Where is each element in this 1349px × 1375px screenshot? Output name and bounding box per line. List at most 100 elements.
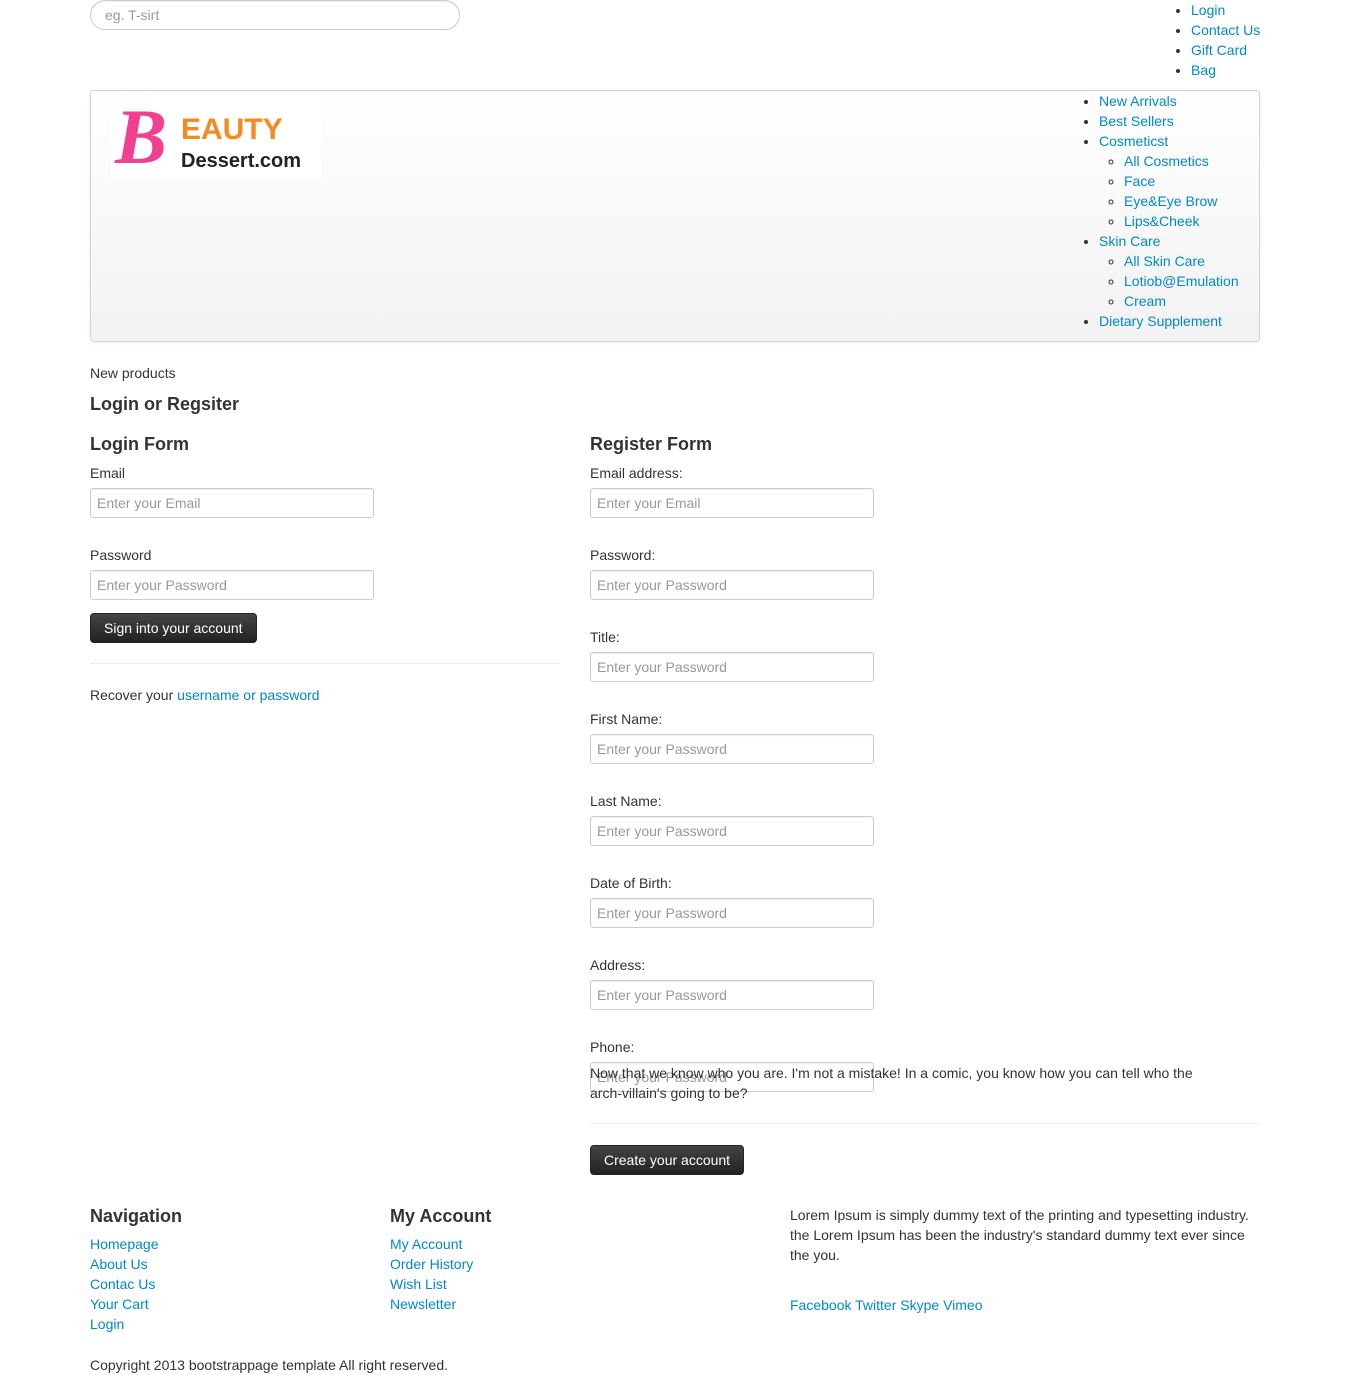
list-item: Your Cart: [90, 1294, 182, 1314]
register-address-input[interactable]: [590, 980, 874, 1010]
register-first-name-input[interactable]: [590, 734, 874, 764]
footer-link-order-history[interactable]: Order History: [390, 1256, 473, 1272]
top-link-item: Gift Card: [1191, 40, 1260, 60]
recover-text: Recover your username or password: [90, 685, 320, 705]
register-note: Now that we know who you are. I'm not a …: [590, 1065, 1193, 1101]
recover-prefix: Recover your: [90, 687, 178, 703]
top-links: Login Contact Us Gift Card Bag: [1178, 0, 1260, 80]
submenu-item: Cream: [1124, 291, 1239, 311]
register-address-label: Address:: [590, 957, 646, 973]
logo-graphic: B EAUTY Dessert.com: [114, 93, 301, 179]
register-password-label: Password:: [590, 547, 656, 563]
list-item: Homepage: [90, 1234, 182, 1254]
register-form: Register Form Email address: Password: T…: [590, 432, 1260, 1175]
recover-link[interactable]: username or password: [177, 687, 319, 703]
list-item: Login: [90, 1314, 182, 1334]
nav-cosmetics[interactable]: Cosmeticst: [1099, 133, 1168, 149]
login-form: Login Form Email Password Sign into your…: [90, 432, 560, 703]
email-label: Email: [90, 465, 126, 481]
register-dob-label: Date of Birth:: [590, 875, 672, 891]
register-last-name-group: Last Name:: [590, 791, 1260, 866]
nav-item: Cosmeticst All Cosmetics Face Eye&Eye Br…: [1099, 131, 1239, 231]
nav-skin-care[interactable]: Skin Care: [1099, 233, 1160, 249]
skin-care-submenu: All Skin Care Lotiob@Emulation Cream: [1099, 251, 1239, 311]
register-title-group: Title:: [590, 627, 1260, 702]
register-last-name-label: Last Name:: [590, 793, 662, 809]
footer-link-about-us[interactable]: About Us: [90, 1256, 148, 1272]
skype-link[interactable]: Skype: [900, 1297, 939, 1313]
top-link-item: Bag: [1191, 60, 1260, 80]
nav-item: Dietary Supplement: [1099, 311, 1239, 331]
nav-item: New Arrivals: [1099, 91, 1239, 111]
copyright: Copyright 2013 bootstrappage template Al…: [90, 1357, 448, 1373]
gift-card-link[interactable]: Gift Card: [1191, 42, 1247, 58]
footer-navigation-list: Homepage About Us Contac Us Your Cart Lo…: [90, 1234, 182, 1334]
vimeo-link[interactable]: Vimeo: [943, 1297, 982, 1313]
social-links: Facebook Twitter Skype Vimeo: [790, 1295, 983, 1315]
submenu-item: Lips&Cheek: [1124, 211, 1239, 231]
footer-link-your-cart[interactable]: Your Cart: [90, 1296, 149, 1312]
nav-new-arrivals[interactable]: New Arrivals: [1099, 93, 1177, 109]
submenu-item: All Cosmetics: [1124, 151, 1239, 171]
login-password-input[interactable]: [90, 570, 374, 600]
footer-link-wish-list[interactable]: Wish List: [390, 1276, 447, 1292]
breadcrumb: New products: [90, 365, 176, 381]
login-email-group: Email: [90, 463, 560, 538]
nav-lips-cheek[interactable]: Lips&Cheek: [1124, 213, 1200, 229]
nav-all-cosmetics[interactable]: All Cosmetics: [1124, 153, 1209, 169]
logo-initial: B: [114, 93, 167, 179]
register-password-input[interactable]: [590, 570, 874, 600]
header-navbar: B EAUTY Dessert.com New Arrivals Best Se…: [90, 90, 1260, 342]
footer-about: Lorem Ipsum is simply dummy text of the …: [790, 1205, 1260, 1313]
logo-domain: Dessert.com: [181, 150, 301, 172]
register-email-label: Email address:: [590, 465, 683, 481]
twitter-link[interactable]: Twitter: [855, 1297, 896, 1313]
register-dob-input[interactable]: [590, 898, 874, 928]
top-link-item: Contact Us: [1191, 20, 1260, 40]
site-logo[interactable]: B EAUTY Dessert.com: [111, 93, 321, 179]
footer-link-newsletter[interactable]: Newsletter: [390, 1296, 456, 1312]
nav-lotion-emulsion[interactable]: Lotiob@Emulation: [1124, 273, 1239, 289]
contact-us-link[interactable]: Contact Us: [1191, 22, 1260, 38]
divider: [590, 1123, 1260, 1124]
nav-eye-brow[interactable]: Eye&Eye Brow: [1124, 193, 1217, 209]
register-first-name-label: First Name:: [590, 711, 663, 727]
nav-all-skin-care[interactable]: All Skin Care: [1124, 253, 1205, 269]
footer-link-login[interactable]: Login: [90, 1316, 124, 1332]
nav-face[interactable]: Face: [1124, 173, 1155, 189]
nav-dietary-supplement[interactable]: Dietary Supplement: [1099, 313, 1222, 329]
top-link-item: Login: [1191, 0, 1260, 20]
list-item: Wish List: [390, 1274, 491, 1294]
footer-account-title: My Account: [390, 1206, 492, 1226]
footer-account-list: My Account Order History Wish List Newsl…: [390, 1234, 491, 1314]
list-item: Newsletter: [390, 1294, 491, 1314]
register-title-label: Title:: [590, 629, 620, 645]
submenu-item: All Skin Care: [1124, 251, 1239, 271]
footer-navigation-title: Navigation: [90, 1206, 183, 1226]
nav-item: Best Sellers: [1099, 111, 1239, 131]
facebook-link[interactable]: Facebook: [790, 1297, 851, 1313]
logo-word: EAUTY: [181, 113, 283, 146]
register-email-input[interactable]: [590, 488, 874, 518]
register-last-name-input[interactable]: [590, 816, 874, 846]
nav-best-sellers[interactable]: Best Sellers: [1099, 113, 1174, 129]
register-dob-group: Date of Birth:: [590, 873, 1260, 948]
login-email-input[interactable]: [90, 488, 374, 518]
footer-link-contact-us[interactable]: Contac Us: [90, 1276, 155, 1292]
list-item: My Account: [390, 1234, 491, 1254]
footer-about-text: Lorem Ipsum is simply dummy text of the …: [790, 1207, 1249, 1263]
footer-navigation: Navigation Homepage About Us Contac Us Y…: [90, 1204, 182, 1334]
page-title: Login or Regsiter: [90, 394, 240, 414]
register-email-group: Email address:: [590, 463, 1260, 538]
login-link[interactable]: Login: [1191, 2, 1225, 18]
bag-link[interactable]: Bag: [1191, 62, 1216, 78]
register-phone-label: Phone:: [590, 1039, 635, 1055]
nav-cream[interactable]: Cream: [1124, 293, 1166, 309]
search-input[interactable]: [90, 0, 460, 30]
footer-link-my-account[interactable]: My Account: [390, 1236, 462, 1252]
footer-link-homepage[interactable]: Homepage: [90, 1236, 159, 1252]
footer-my-account: My Account My Account Order History Wish…: [390, 1204, 491, 1314]
sign-in-button[interactable]: Sign into your account: [90, 613, 257, 643]
create-account-button[interactable]: Create your account: [590, 1145, 745, 1175]
register-title-input[interactable]: [590, 652, 874, 682]
